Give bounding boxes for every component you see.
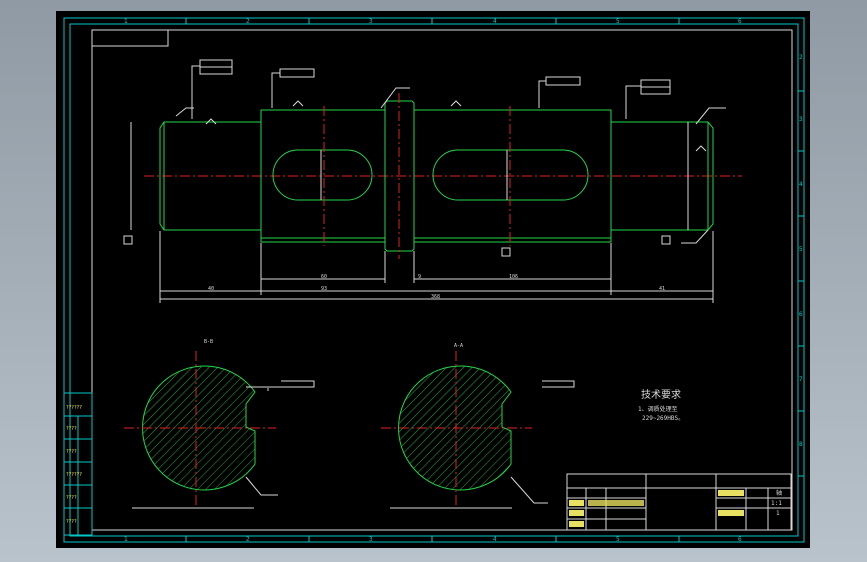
tolerance-frames: [123, 59, 726, 257]
zone-bottom-1: 1: [124, 536, 128, 543]
title-block-scale: 1:1: [771, 500, 782, 507]
dim-a: 60: [321, 274, 327, 280]
main-dimensions: [130, 122, 714, 303]
zone-bottom-5: 5: [616, 536, 620, 543]
section-label-b: B-B: [204, 339, 213, 345]
left-panel-label-5: ????: [66, 495, 77, 501]
zone-bottom-3: 3: [369, 536, 373, 543]
section-view-b: [124, 351, 315, 509]
left-panel-label-4: ??????: [66, 472, 82, 478]
zone-right-4: 4: [799, 181, 803, 188]
left-panel-label-1: ??????: [66, 405, 82, 411]
tech-req-title: 技术要求: [641, 388, 681, 401]
code-box: [91, 29, 169, 47]
dim-c: 9: [418, 274, 421, 280]
tech-req-line1: 1、调质处理至: [638, 405, 678, 413]
zone-top-4: 4: [493, 18, 497, 25]
left-panel-label-2: ????: [66, 426, 77, 432]
zone-bottom-2: 2: [246, 536, 250, 543]
dim-left: 40: [208, 286, 214, 292]
dim-right: 41: [659, 286, 665, 292]
zone-bottom-4: 4: [493, 536, 497, 543]
dim-mid: 93: [321, 286, 327, 292]
shaft-main-view: [144, 93, 742, 259]
zone-top-1: 1: [124, 18, 128, 25]
zone-right-7: 7: [799, 376, 803, 383]
zone-top-6: 6: [738, 18, 742, 25]
shaft-drawing: 1 2 3 4 5 6 1 2 3 4 5 6 2 3 4 5 6 7 8 ??…: [63, 17, 805, 543]
zone-bottom-6: 6: [738, 536, 742, 543]
title-block: [566, 473, 792, 531]
dim-overall: 368: [431, 294, 440, 300]
zone-right-5: 5: [799, 246, 803, 253]
dim-b: 106: [509, 274, 518, 280]
zone-right-3: 3: [799, 116, 803, 123]
left-panel-label-6: ????: [66, 519, 77, 525]
zone-top-2: 2: [246, 18, 250, 25]
left-panel-label-3: ????: [66, 449, 77, 455]
zone-right-8: 8: [799, 441, 803, 448]
left-panel: ?????? ???? ???? ?????? ???? ????: [63, 392, 93, 536]
title-block-sheet: 1: [776, 510, 780, 517]
section-label-a: A-A: [454, 343, 463, 349]
zone-right-2: 2: [799, 54, 803, 61]
tech-req-line2: 229~269HBS。: [642, 415, 684, 422]
zone-top-5: 5: [616, 18, 620, 25]
drawing-sheet: 1 2 3 4 5 6 1 2 3 4 5 6 2 3 4 5 6 7 8 ??…: [56, 11, 810, 548]
keyway-left: [272, 149, 373, 201]
cad-window: 1 2 3 4 5 6 1 2 3 4 5 6 2 3 4 5 6 7 8 ??…: [0, 0, 867, 562]
zone-right-6: 6: [799, 311, 803, 318]
title-block-drawing: 轴: [776, 489, 782, 497]
tech-requirements: 技术要求 1、调质处理至 229~269HBS。: [638, 388, 684, 422]
section-view-a: [381, 351, 575, 509]
zone-top-3: 3: [369, 18, 373, 25]
